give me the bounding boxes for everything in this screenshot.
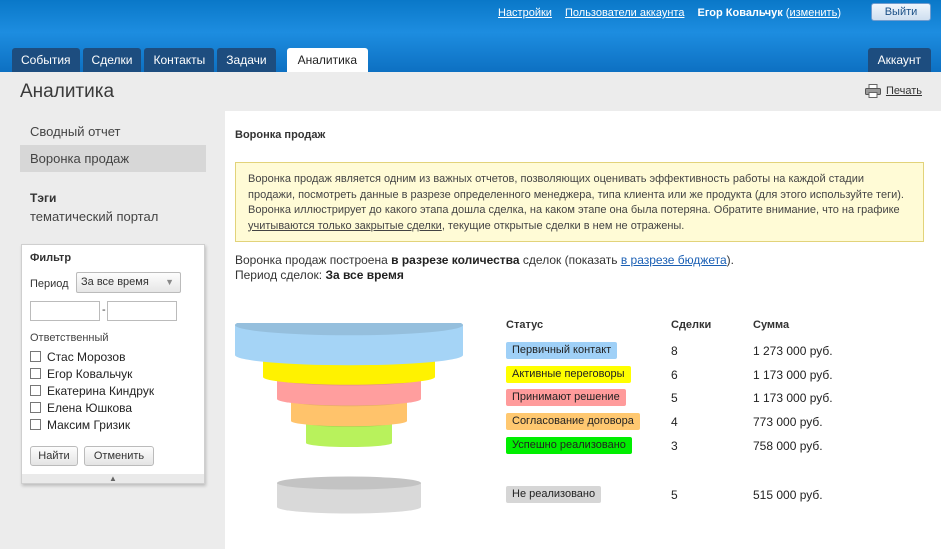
- responsible-user[interactable]: Екатерина Киндрук: [30, 382, 154, 399]
- col-header-deals: Сделки: [671, 319, 712, 331]
- responsible-label: Ответственный: [30, 332, 109, 344]
- checkbox[interactable]: [30, 402, 41, 413]
- deals-count: 6: [671, 368, 678, 382]
- funnel-tier: [235, 323, 463, 366]
- tag-item[interactable]: тематический портал: [30, 209, 158, 224]
- change-user-link[interactable]: изменить: [789, 7, 837, 19]
- top-links: Настройки Пользователи аккаунта Егор Ков…: [498, 7, 841, 19]
- col-header-status: Статус: [506, 319, 544, 331]
- section-title: Воронка продаж: [235, 129, 326, 141]
- responsible-user[interactable]: Елена Юшкова: [30, 399, 154, 416]
- period-select-value: За все время: [81, 276, 149, 288]
- top-bar: Настройки Пользователи аккаунта Егор Ков…: [0, 0, 941, 72]
- responsible-user[interactable]: Стас Морозов: [30, 348, 154, 365]
- checkbox[interactable]: [30, 385, 41, 396]
- deals-sum: 758 000 руб.: [753, 439, 823, 453]
- tab-contacts[interactable]: Контакты: [144, 48, 215, 72]
- find-button[interactable]: Найти: [30, 446, 78, 466]
- deals-count: 5: [671, 488, 678, 502]
- budget-view-link[interactable]: в разрезе бюджета: [621, 253, 727, 267]
- deals-count: 8: [671, 344, 678, 358]
- logout-button[interactable]: Выйти: [871, 3, 931, 21]
- cancel-button[interactable]: Отменить: [84, 446, 154, 466]
- deals-sum: 1 173 000 руб.: [753, 368, 833, 382]
- print-link[interactable]: Печать: [886, 85, 922, 97]
- status-badge: Первичный контакт: [506, 342, 618, 359]
- filter-panel: Фильтр Период За все время ▼ - Ответстве…: [21, 244, 205, 484]
- chevron-down-icon: ▼: [165, 277, 174, 287]
- main-tabs: События Сделки Контакты Задачи Аналитика: [12, 48, 371, 72]
- sidebar-item-sales-funnel[interactable]: Воронка продаж: [20, 145, 206, 172]
- tab-account[interactable]: Аккаунт: [867, 48, 931, 72]
- settings-link[interactable]: Настройки: [498, 7, 552, 19]
- funnel-chart: [235, 323, 463, 514]
- responsible-list: Стас Морозов Егор Ковальчук Екатерина Ки…: [30, 348, 154, 433]
- period-label: Период: [30, 278, 69, 290]
- date-to-input[interactable]: [107, 301, 177, 321]
- checkbox[interactable]: [30, 419, 41, 430]
- deals-count: 4: [671, 415, 678, 429]
- responsible-user[interactable]: Егор Ковальчук: [30, 365, 154, 382]
- deals-sum: 773 000 руб.: [753, 415, 823, 429]
- date-separator: -: [102, 304, 106, 316]
- funnel-lost-tier: [277, 476, 421, 514]
- current-user-name: Егор Ковальчук: [697, 7, 783, 19]
- deals-sum: 515 000 руб.: [753, 488, 823, 502]
- responsible-user[interactable]: Максим Гризик: [30, 416, 154, 433]
- deals-count: 5: [671, 391, 678, 405]
- deals-sum: 1 173 000 руб.: [753, 391, 833, 405]
- tab-tasks[interactable]: Задачи: [217, 48, 276, 72]
- tab-deals[interactable]: Сделки: [82, 48, 142, 72]
- status-badge: Согласование договора: [506, 413, 640, 430]
- funnel-mode-text: Воронка продаж построена в разрезе колич…: [235, 253, 734, 267]
- deals-count: 3: [671, 439, 678, 453]
- period-select[interactable]: За все время ▼: [76, 272, 181, 293]
- tags-title: Тэги: [30, 191, 57, 205]
- collapse-up-icon[interactable]: ▲: [22, 474, 204, 483]
- info-note: Воронка продаж является одним из важных …: [235, 162, 924, 242]
- col-header-sum: Сумма: [753, 319, 790, 331]
- status-badge: Не реализовано: [506, 486, 602, 503]
- sidebar-item-summary-report[interactable]: Сводный отчет: [20, 118, 206, 145]
- closed-deals-link[interactable]: учитываются только закрытые сделки: [248, 220, 442, 232]
- date-from-input[interactable]: [30, 301, 100, 321]
- tab-events[interactable]: События: [12, 48, 80, 72]
- deals-period-text: Период сделок: За все время: [235, 268, 404, 282]
- printer-icon: [864, 84, 881, 98]
- print-control[interactable]: Печать: [864, 84, 922, 98]
- status-badge: Принимают решение: [506, 389, 626, 406]
- deals-sum: 1 273 000 руб.: [753, 344, 833, 358]
- tab-analytics[interactable]: Аналитика: [286, 48, 368, 72]
- filter-title: Фильтр: [30, 252, 72, 264]
- account-users-link[interactable]: Пользователи аккаунта: [565, 7, 684, 19]
- sidebar-nav: Сводный отчет Воронка продаж: [20, 118, 206, 172]
- status-badge: Успешно реализовано: [506, 437, 632, 454]
- status-badge: Активные переговоры: [506, 366, 631, 383]
- checkbox[interactable]: [30, 351, 41, 362]
- checkbox[interactable]: [30, 368, 41, 379]
- main-panel: Воронка продаж Воронка продаж является о…: [225, 111, 941, 549]
- page-title: Аналитика: [20, 81, 115, 102]
